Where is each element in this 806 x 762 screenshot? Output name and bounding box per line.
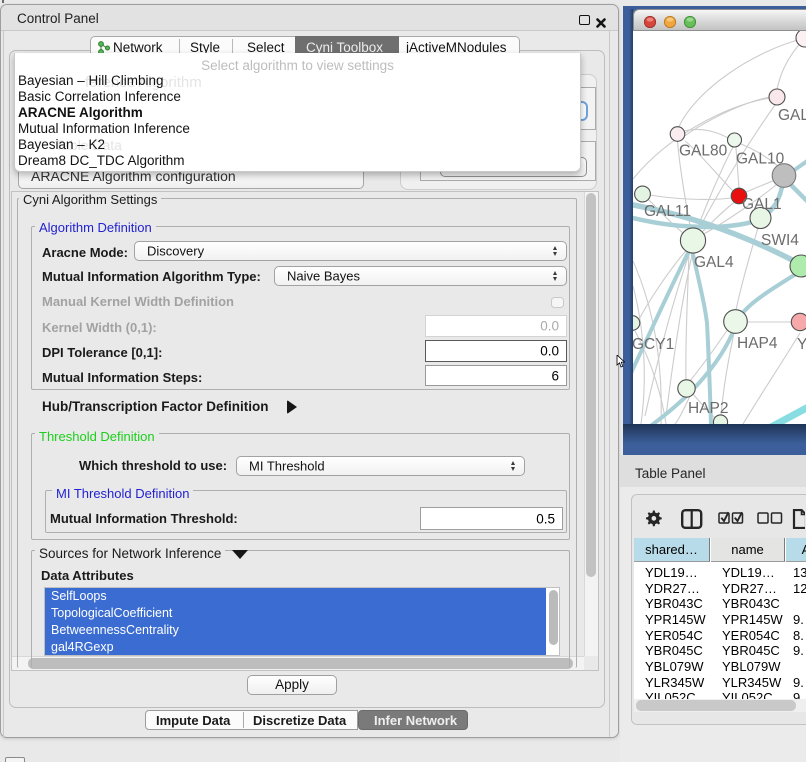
svg-text:GAL4: GAL4 <box>694 254 734 271</box>
svg-text:SWI4: SWI4 <box>761 232 799 249</box>
svg-text:GAL1: GAL1 <box>742 196 782 213</box>
svg-text:GCY1: GCY1 <box>633 336 674 353</box>
svg-text:Y: Y <box>797 336 806 353</box>
svg-text:GAL80: GAL80 <box>679 143 728 160</box>
svg-text:GAL11: GAL11 <box>644 203 691 220</box>
svg-text:GAL7: GAL7 <box>778 107 806 124</box>
svg-text:GAL10: GAL10 <box>736 151 785 168</box>
svg-text:HAP4: HAP4 <box>737 335 778 352</box>
svg-text:HAP2: HAP2 <box>688 400 729 417</box>
